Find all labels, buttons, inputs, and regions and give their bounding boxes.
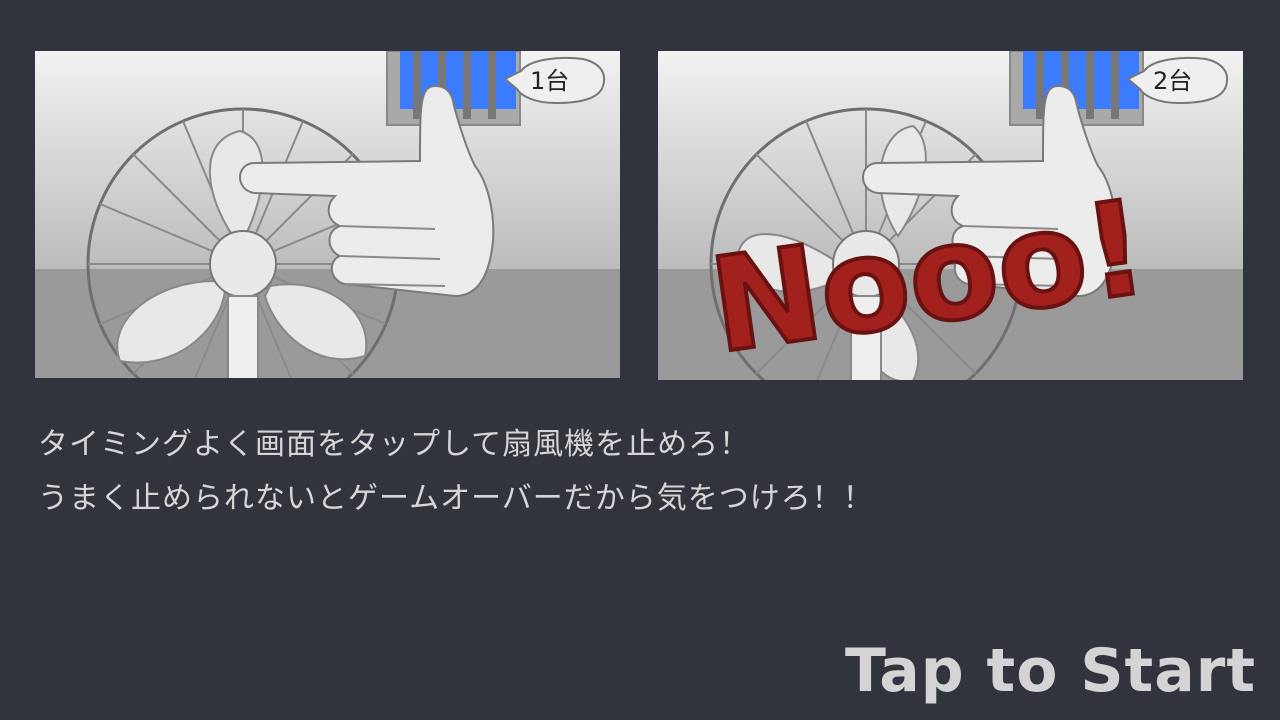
tutorial-panel-step2: 2台 Nooo! <box>658 51 1243 380</box>
tutorial-panel-step1: 1台 <box>35 51 620 378</box>
fan-counter-label: 1台 <box>530 67 569 95</box>
instruction-line-1: タイミングよく画面をタップして扇風機を止めろ！ <box>38 427 751 462</box>
tap-to-start-button[interactable]: Tap to Start <box>845 636 1256 706</box>
instruction-line-2: うまく止められないとゲームオーバーだから気をつけろ！！ <box>38 481 874 516</box>
fan-counter-label: 2台 <box>1153 67 1192 95</box>
step2-illustration: 2台 Nooo! <box>658 51 1243 380</box>
instructions: タイミングよく画面をタップして扇風機を止めろ！ うまく止められないとゲームオーバ… <box>38 418 1038 526</box>
step1-illustration: 1台 <box>35 51 620 378</box>
